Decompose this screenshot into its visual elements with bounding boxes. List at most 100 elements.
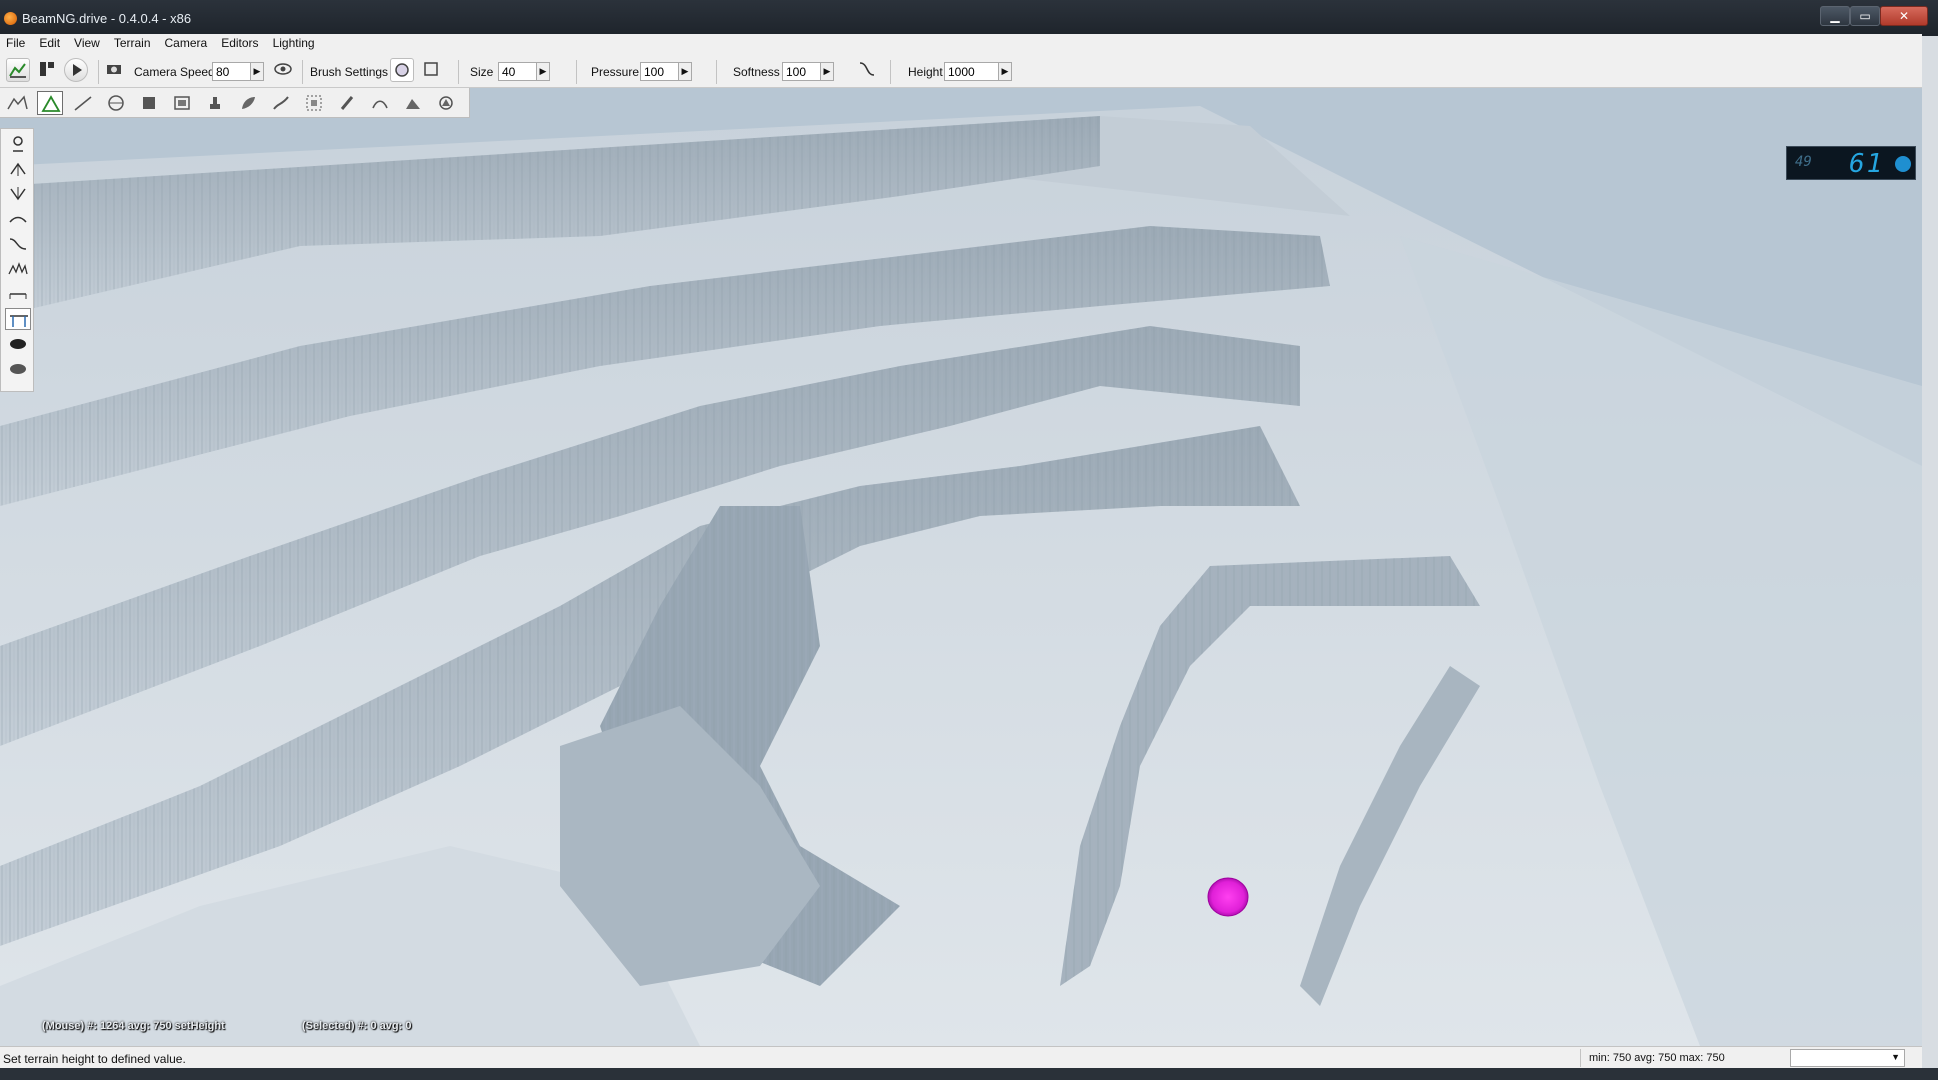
palette-smooth-tool[interactable] [5, 208, 31, 230]
terrain-tool-11[interactable] [334, 91, 360, 115]
toolbar-separator [890, 60, 891, 84]
flatten-height-icon [9, 293, 27, 299]
height-stats-panel: min: 750 avg: 750 max: 750 [1580, 1049, 1780, 1067]
height-input[interactable] [944, 62, 1000, 81]
beamng-app-icon [4, 12, 17, 25]
visibility-button[interactable] [272, 58, 296, 82]
fps-min-value: 49 [1795, 154, 1812, 170]
brush-cursor-marker [1207, 877, 1249, 917]
leaf-icon [242, 97, 255, 109]
select-icon [13, 136, 23, 152]
circle-brush-icon [395, 63, 409, 77]
size-arrow[interactable]: ▶ [536, 62, 550, 81]
terrain-tool-8[interactable] [235, 91, 261, 115]
menu-camera[interactable]: Camera [165, 36, 208, 50]
minimize-button[interactable]: ▁ [1820, 6, 1850, 26]
window-right-frame [1922, 36, 1938, 1080]
square-brush-icon [424, 62, 438, 76]
panels-icon [40, 62, 54, 76]
palette-restore-tool[interactable] [5, 358, 31, 380]
palette-select-tool[interactable] [5, 133, 31, 155]
window-title: BeamNG.drive - 0.4.0.4 - x86 [22, 11, 192, 26]
terrain-tool-10[interactable] [301, 91, 327, 115]
menu-file[interactable]: File [6, 36, 25, 50]
softness-curve-button[interactable] [856, 58, 880, 82]
palette-raise-tool[interactable] [5, 158, 31, 180]
menu-editors[interactable]: Editors [221, 36, 258, 50]
main-toolbar: Camera Speed ▶ Brush Settings Size ▶ Pre… [0, 52, 1922, 88]
brush-circle-button[interactable] [390, 58, 414, 82]
pressure-label: Pressure [591, 65, 640, 79]
menu-terrain[interactable]: Terrain [114, 36, 151, 50]
terrain-tool-5[interactable] [136, 91, 162, 115]
hole-gray-icon [10, 364, 26, 374]
terrain-tool-2[interactable] [37, 91, 63, 115]
height-arrow[interactable]: ▶ [998, 62, 1012, 81]
palette-set-height-tool[interactable] [5, 308, 31, 330]
terrain-tool-6[interactable] [169, 91, 195, 115]
menu-bar: File Edit View Terrain Camera Editors Li… [0, 34, 1922, 52]
terrain-tool-7[interactable] [202, 91, 228, 115]
raise-height-icon [10, 162, 26, 176]
status-dropdown[interactable]: ▼ [1790, 1049, 1905, 1067]
set-height-icon [10, 315, 28, 327]
softness-arrow[interactable]: ▶ [820, 62, 834, 81]
world-editor-button[interactable] [6, 58, 30, 82]
terrain-sculpt-icon [41, 95, 61, 112]
camera-speed-arrow[interactable]: ▶ [250, 62, 264, 81]
terrain-tool-13[interactable] [400, 91, 426, 115]
terrain-render[interactable] [0, 86, 1922, 1046]
menu-edit[interactable]: Edit [39, 36, 60, 50]
maximize-button[interactable]: ▭ [1850, 6, 1880, 26]
brush-paint-icon [340, 96, 354, 110]
terrain-tool-12[interactable] [367, 91, 393, 115]
terrain-tool-14[interactable] [433, 91, 459, 115]
curve-icon [859, 62, 875, 76]
size-input[interactable] [498, 62, 538, 81]
lower-height-icon [10, 187, 26, 201]
palette-clear-tool[interactable] [5, 333, 31, 355]
mouse-info-overlay: (Mouse) #: 1264 avg: 750 setHeight [42, 1020, 225, 1032]
pressure-arrow[interactable]: ▶ [678, 62, 692, 81]
menu-lighting[interactable]: Lighting [273, 36, 315, 50]
smooth-height-icon [9, 216, 27, 223]
softness-input[interactable] [782, 62, 822, 81]
eye-icon [274, 63, 292, 75]
brush-settings-label: Brush Settings [310, 65, 389, 79]
selection-box-icon [306, 95, 322, 111]
terrain-tool-1[interactable] [4, 91, 30, 115]
palette-lower-tool[interactable] [5, 183, 31, 205]
cube-icon [143, 97, 155, 109]
palette-noise-tool[interactable] [5, 258, 31, 280]
chevron-down-icon: ▼ [1891, 1052, 1900, 1062]
toolbar-separator [576, 60, 577, 84]
play-icon [73, 64, 82, 76]
menu-view[interactable]: View [74, 36, 100, 50]
palette-slope-tool[interactable] [5, 233, 31, 255]
terrain-tool-9[interactable] [268, 91, 294, 115]
brush-square-button[interactable] [420, 58, 444, 82]
camera-speed-label: Camera Speed [134, 65, 215, 79]
height-stats-text: min: 750 avg: 750 max: 750 [1589, 1052, 1725, 1064]
toolbar-separator [98, 60, 99, 84]
fps-current-value: 61 [1849, 149, 1885, 179]
camera-button[interactable] [104, 58, 128, 82]
brush-action-palette [0, 128, 34, 392]
mountains-icon [7, 95, 28, 110]
flatten-icon [406, 99, 420, 109]
window-bottom-frame [0, 1068, 1938, 1080]
terrain-tool-4[interactable] [103, 91, 129, 115]
terrain-tool-3[interactable] [70, 91, 96, 115]
palette-flatten-tool[interactable] [5, 283, 31, 305]
play-button[interactable] [64, 58, 88, 82]
pressure-input[interactable] [640, 62, 680, 81]
selected-info-overlay: (Selected) #: 0 avg: 0 [302, 1020, 412, 1032]
terrain-tools-row [0, 88, 470, 118]
globe-icon [108, 95, 124, 111]
softness-label: Softness [733, 65, 780, 79]
size-label: Size [470, 65, 494, 79]
close-button[interactable]: ✕ [1880, 6, 1928, 26]
hole-dark-icon [10, 339, 26, 349]
3d-viewport[interactable]: 49 61 (Mouse) #: 1264 avg: 750 setHeight… [0, 86, 1922, 1046]
gui-editor-button[interactable] [36, 58, 60, 82]
